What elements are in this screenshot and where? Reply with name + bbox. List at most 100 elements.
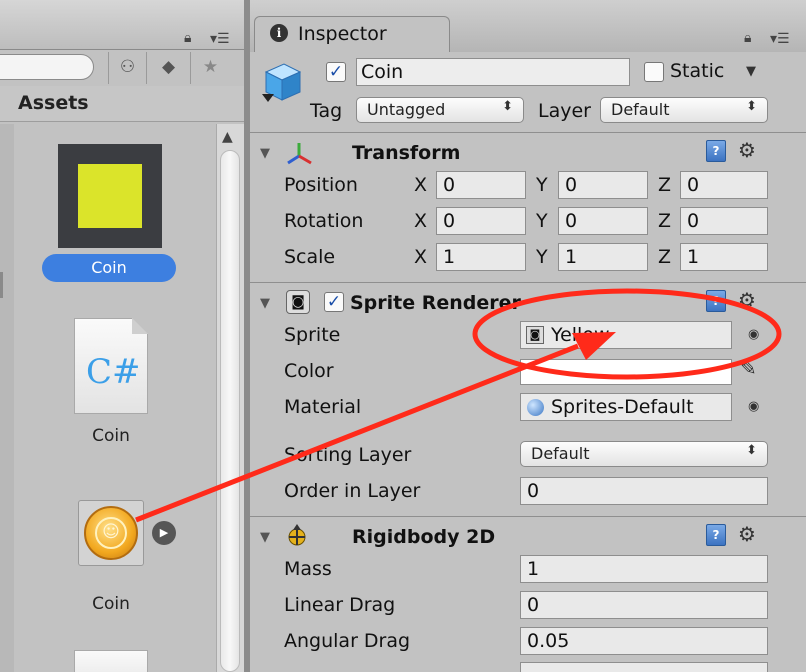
- order-in-layer-field[interactable]: 0: [520, 477, 768, 505]
- separator: [250, 516, 806, 517]
- sprite-renderer-enabled-checkbox[interactable]: ✓: [324, 292, 344, 312]
- gameobject-cube-icon: [262, 63, 302, 102]
- layer-dropdown[interactable]: Default ⬍: [600, 97, 768, 123]
- help-book-icon[interactable]: ?: [706, 524, 726, 546]
- filter-by-type-icon[interactable]: ⚇: [108, 52, 146, 84]
- gear-icon[interactable]: ⚙: [738, 138, 756, 162]
- rotation-z-field[interactable]: 0: [680, 207, 768, 235]
- color-swatch-field[interactable]: [520, 359, 732, 385]
- object-picker-icon[interactable]: ◉: [748, 327, 759, 342]
- favorites-star-icon[interactable]: ★: [190, 52, 230, 84]
- color-label: Color: [284, 360, 334, 382]
- next-asset-partial[interactable]: [74, 650, 148, 672]
- csharp-glyph: C#: [86, 352, 141, 392]
- sorting-layer-dropdown[interactable]: Default ⬍: [520, 441, 768, 467]
- linear-drag-label: Linear Drag: [284, 594, 396, 616]
- tag-label: Tag: [310, 100, 343, 122]
- scale-x-field[interactable]: 1: [436, 243, 526, 271]
- filter-by-label-icon[interactable]: ◆: [146, 52, 190, 84]
- project-toolbar: [0, 0, 244, 50]
- assets-title: Assets: [18, 92, 89, 114]
- static-dropdown-icon[interactable]: ▼: [746, 64, 756, 79]
- object-picker-icon[interactable]: ◉: [748, 399, 759, 414]
- gear-icon[interactable]: ⚙: [738, 288, 756, 312]
- transform-axes-icon: [287, 143, 312, 165]
- axis-x-label: X: [414, 246, 428, 268]
- updown-arrow-icon: ⬍: [502, 99, 513, 114]
- sorting-layer-value: Default: [531, 444, 590, 463]
- sprite-object-field[interactable]: Yellow: [520, 321, 732, 349]
- foldout-arrow-icon[interactable]: ▼: [260, 146, 270, 161]
- material-object-field[interactable]: Sprites-Default: [520, 393, 732, 421]
- axis-z-label: Z: [658, 246, 672, 268]
- updown-arrow-icon: ⬍: [746, 443, 757, 458]
- separator: [250, 282, 806, 283]
- position-z-field[interactable]: 0: [680, 171, 768, 199]
- axis-x-label: X: [414, 174, 428, 196]
- updown-arrow-icon: ⬍: [746, 99, 757, 114]
- sprite-asset-icon: ◙: [526, 326, 544, 344]
- axis-y-label: Y: [536, 246, 548, 268]
- material-sphere-icon: [527, 399, 544, 416]
- axis-y-label: Y: [536, 174, 548, 196]
- order-in-layer-label: Order in Layer: [284, 480, 421, 502]
- tag-dropdown[interactable]: Untagged ⬍: [356, 97, 524, 123]
- angular-drag-field[interactable]: 0.05: [520, 627, 768, 655]
- rotation-y-field[interactable]: 0: [558, 207, 648, 235]
- info-icon: i: [270, 24, 288, 42]
- page-fold-icon: [132, 318, 148, 334]
- position-label: Position: [284, 174, 358, 196]
- next-field-partial[interactable]: [520, 662, 768, 672]
- axis-y-label: Y: [536, 210, 548, 232]
- tab-label: Inspector: [298, 23, 387, 45]
- eyedropper-icon[interactable]: ✎: [740, 356, 757, 380]
- lock-icon[interactable]: 🔒︎: [744, 30, 751, 46]
- layer-label: Layer: [538, 100, 591, 122]
- gutter-marker: [0, 272, 3, 298]
- angular-drag-label: Angular Drag: [284, 630, 411, 652]
- help-book-icon[interactable]: ?: [706, 290, 726, 312]
- yellow-square-icon: [78, 164, 142, 228]
- transform-title: Transform: [352, 142, 461, 164]
- asset-label[interactable]: Coin: [51, 426, 171, 446]
- folder-tree-gutter: [0, 124, 14, 672]
- foldout-arrow-icon[interactable]: ▼: [260, 296, 270, 311]
- static-label: Static: [670, 60, 725, 82]
- expand-prefab-play-icon[interactable]: ▶: [152, 521, 176, 545]
- gear-icon[interactable]: ⚙: [738, 522, 756, 546]
- scale-z-field[interactable]: 1: [680, 243, 768, 271]
- object-name-field[interactable]: Coin: [356, 58, 630, 86]
- mass-field[interactable]: 1: [520, 555, 768, 583]
- sprite-renderer-title: Sprite Renderer: [350, 292, 521, 314]
- help-book-icon[interactable]: ?: [706, 140, 726, 162]
- scale-y-field[interactable]: 1: [558, 243, 648, 271]
- axis-z-label: Z: [658, 210, 672, 232]
- search-input[interactable]: [0, 54, 94, 80]
- position-y-field[interactable]: 0: [558, 171, 648, 199]
- lock-icon[interactable]: 🔒︎: [184, 30, 191, 46]
- static-checkbox[interactable]: [644, 62, 664, 82]
- rotation-x-field[interactable]: 0: [436, 207, 526, 235]
- sorting-layer-label: Sorting Layer: [284, 444, 412, 466]
- rigidbody-icon: [288, 524, 306, 546]
- axis-x-label: X: [414, 210, 428, 232]
- scrollbar-thumb[interactable]: [220, 150, 240, 672]
- mass-label: Mass: [284, 558, 332, 580]
- layer-value: Default: [611, 100, 670, 119]
- panel-menu-icon[interactable]: ▾☰: [210, 31, 230, 47]
- separator: [250, 132, 806, 133]
- scroll-up-arrow-icon[interactable]: ▲: [222, 129, 233, 145]
- asset-label-selected[interactable]: Coin: [42, 254, 176, 282]
- coin-face-icon: ☺: [95, 517, 127, 549]
- rigidbody-title: Rigidbody 2D: [352, 526, 496, 548]
- linear-drag-field[interactable]: 0: [520, 591, 768, 619]
- foldout-arrow-icon[interactable]: ▼: [260, 530, 270, 545]
- asset-label[interactable]: Coin: [51, 594, 171, 614]
- panel-menu-icon[interactable]: ▾☰: [770, 31, 790, 47]
- position-x-field[interactable]: 0: [436, 171, 526, 199]
- axis-z-label: Z: [658, 174, 672, 196]
- scale-label: Scale: [284, 246, 336, 268]
- tag-value: Untagged: [367, 100, 446, 119]
- sprite-renderer-icon: ◙: [286, 290, 310, 314]
- active-checkbox[interactable]: ✓: [326, 62, 346, 82]
